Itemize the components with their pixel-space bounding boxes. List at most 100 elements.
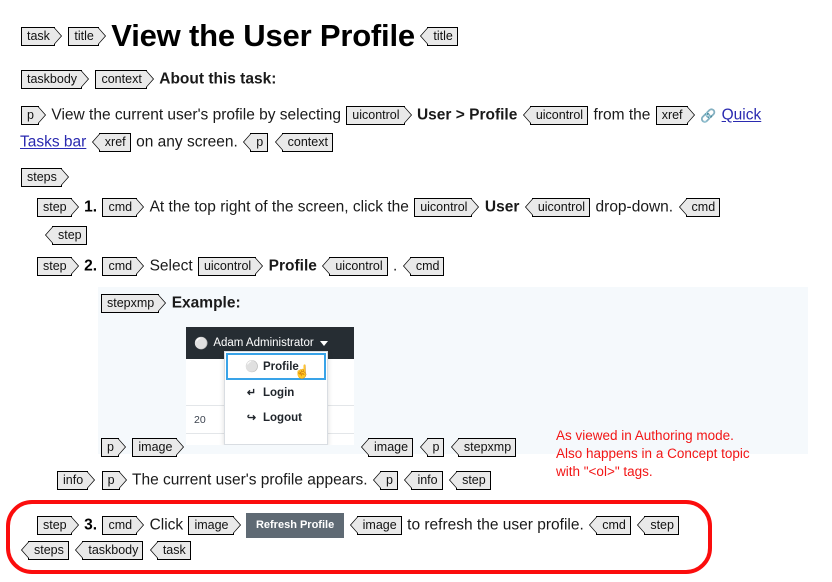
example-heading: Example:: [171, 294, 241, 312]
tag-cmd-open-2[interactable]: cmd: [102, 257, 144, 276]
annotation-line-2: Also happens in a Concept topic: [556, 446, 750, 461]
step-1-text-before: At the top right of the screen, click th…: [149, 198, 414, 216]
tag-xref-open[interactable]: xref: [655, 106, 695, 125]
tag-steps-open[interactable]: steps: [21, 168, 69, 187]
step-1-number: 1.: [84, 198, 98, 216]
menu-item-login-label: Login: [263, 386, 295, 399]
xref-link-line2[interactable]: Tasks bar: [20, 134, 86, 151]
title-row: task title View the User Profile title: [20, 18, 459, 54]
step-1-text-after: drop-down.: [595, 198, 674, 216]
tag-cmd-close-3[interactable]: cmd: [589, 516, 631, 535]
menu-item-profile[interactable]: ⚪ Profile ☝: [226, 353, 326, 380]
tag-cmd-open-1[interactable]: cmd: [102, 198, 144, 217]
tag-uicontrol-open-step1[interactable]: uicontrol: [414, 198, 480, 217]
context-sentence-part1: View the current user's profile by selec…: [51, 106, 346, 124]
tag-task-open[interactable]: task: [21, 26, 62, 46]
tag-cmd-open-3[interactable]: cmd: [102, 516, 144, 535]
step-2-number: 2.: [84, 257, 98, 275]
step-3-text-before: Click: [149, 516, 188, 534]
user-icon: ⚪: [194, 338, 209, 350]
example-screenshot-image: ⚪ Adam Administrator 20 ⚪ Profile ☝ ↵ Lo…: [186, 327, 354, 445]
mock-table-cell-value: 20: [194, 414, 206, 426]
tag-uicontrol-close-menupath[interactable]: uicontrol: [522, 106, 589, 125]
link-icon: 🔗: [699, 107, 717, 123]
menu-item-logout[interactable]: ↪ Logout: [225, 405, 327, 430]
tag-image-close-3[interactable]: image: [349, 516, 402, 535]
context-heading-row: taskbody context About this task:: [20, 70, 276, 89]
tag-image-close[interactable]: image: [360, 438, 414, 457]
annotation-note: As viewed in Authoring mode. Also happen…: [556, 427, 806, 481]
step-3-number: 3.: [84, 516, 98, 534]
hand-pointer-cursor: ☝: [294, 364, 311, 379]
step-3-text-after: to refresh the user profile.: [407, 516, 584, 534]
refresh-profile-button-image[interactable]: Refresh Profile: [245, 513, 345, 538]
tag-title-open[interactable]: title: [68, 26, 107, 46]
tag-p-close[interactable]: p: [243, 133, 269, 152]
tag-uicontrol-open-step2[interactable]: uicontrol: [197, 257, 264, 276]
tag-p-open[interactable]: p: [21, 106, 46, 125]
xref-link-line1[interactable]: Quick: [722, 107, 762, 124]
document-close-tags-row: steps taskbody task: [20, 541, 192, 560]
tag-image-open[interactable]: image: [132, 438, 185, 457]
tag-cmd-close-2[interactable]: cmd: [402, 257, 445, 276]
step-2-row: step 2. cmd Select uicontrol Profile uic…: [36, 257, 445, 276]
menu-item-login[interactable]: ↵ Login: [225, 380, 327, 405]
context-paragraph-line2: Tasks bar xref on any screen. p context: [20, 133, 334, 152]
step-1-uicontrol: User: [484, 198, 520, 216]
step-2-text-before: Select: [149, 257, 197, 275]
tag-p-close-info[interactable]: p: [373, 471, 398, 490]
tag-taskbody-open[interactable]: taskbody: [21, 70, 90, 89]
page-title: View the User Profile: [111, 18, 415, 53]
step-1-close-row: step: [44, 226, 88, 245]
context-sentence-part3: on any screen.: [136, 133, 238, 151]
mock-user-name: Adam Administrator: [213, 337, 314, 349]
tag-step-close-2[interactable]: step: [449, 471, 491, 490]
step-2-uicontrol: Profile: [268, 257, 317, 275]
user-icon: ⚪: [245, 361, 259, 373]
info-text: The current user's profile appears.: [132, 471, 368, 489]
tag-p-close-image[interactable]: p: [419, 438, 445, 457]
chevron-down-icon: [319, 340, 328, 346]
tag-context-close[interactable]: context: [274, 133, 333, 152]
tag-step-close-1[interactable]: step: [45, 226, 87, 245]
tag-task-close[interactable]: task: [149, 541, 191, 560]
step-1-row: step 1. cmd At the top right of the scre…: [36, 198, 721, 217]
tag-info-open[interactable]: info: [57, 471, 96, 490]
tag-uicontrol-close-step2[interactable]: uicontrol: [322, 257, 388, 276]
tag-step-close-3[interactable]: step: [637, 516, 679, 535]
context-heading: About this task:: [159, 70, 277, 88]
tag-uicontrol-open-menupath[interactable]: uicontrol: [346, 106, 412, 125]
annotation-line-1: As viewed in Authoring mode.: [556, 428, 734, 443]
steps-open-row: steps: [20, 168, 70, 187]
annotation-line-3: with "<ol>" tags.: [556, 464, 653, 479]
tag-step-open-2[interactable]: step: [37, 257, 79, 276]
login-icon: ↵: [246, 387, 257, 399]
tag-uicontrol-close-step1[interactable]: uicontrol: [524, 198, 591, 217]
tag-stepxmp-close[interactable]: stepxmp: [450, 438, 517, 457]
user-dropdown-menu[interactable]: ⚪ Profile ☝ ↵ Login ↪ Logout: [224, 351, 328, 445]
info-row: info p The current user's profile appear…: [56, 471, 492, 490]
tag-p-open-image[interactable]: p: [101, 438, 126, 457]
menu-item-logout-label: Logout: [263, 411, 302, 424]
tag-context-open[interactable]: context: [95, 70, 155, 89]
tag-p-open-info[interactable]: p: [101, 471, 127, 490]
tag-step-open-3[interactable]: step: [37, 516, 79, 535]
example-close-tags-row: image p stepxmp: [360, 438, 517, 457]
tag-taskbody-close[interactable]: taskbody: [75, 541, 144, 560]
tag-step-open-1[interactable]: step: [37, 198, 79, 217]
tag-stepxmp-open[interactable]: stepxmp: [101, 294, 167, 313]
step-2-text-after: .: [393, 257, 398, 275]
tag-cmd-close-1[interactable]: cmd: [678, 198, 721, 217]
uicontrol-menu-path: User > Profile: [416, 106, 518, 124]
tag-xref-close[interactable]: xref: [91, 133, 131, 152]
step-3-row: step 3. cmd Click image Refresh Profile …: [36, 513, 680, 538]
context-sentence-part2: from the: [593, 106, 655, 124]
context-paragraph-line1: p View the current user's profile by sel…: [20, 106, 761, 125]
tag-info-close[interactable]: info: [404, 471, 443, 490]
dita-editor-canvas: task title View the User Profile title t…: [0, 0, 832, 582]
tag-image-open-3[interactable]: image: [188, 516, 241, 535]
tag-title-close[interactable]: title: [420, 26, 458, 46]
logout-icon: ↪: [246, 412, 257, 424]
example-open-tags-row: p image: [100, 438, 185, 457]
tag-steps-close[interactable]: steps: [21, 541, 69, 560]
